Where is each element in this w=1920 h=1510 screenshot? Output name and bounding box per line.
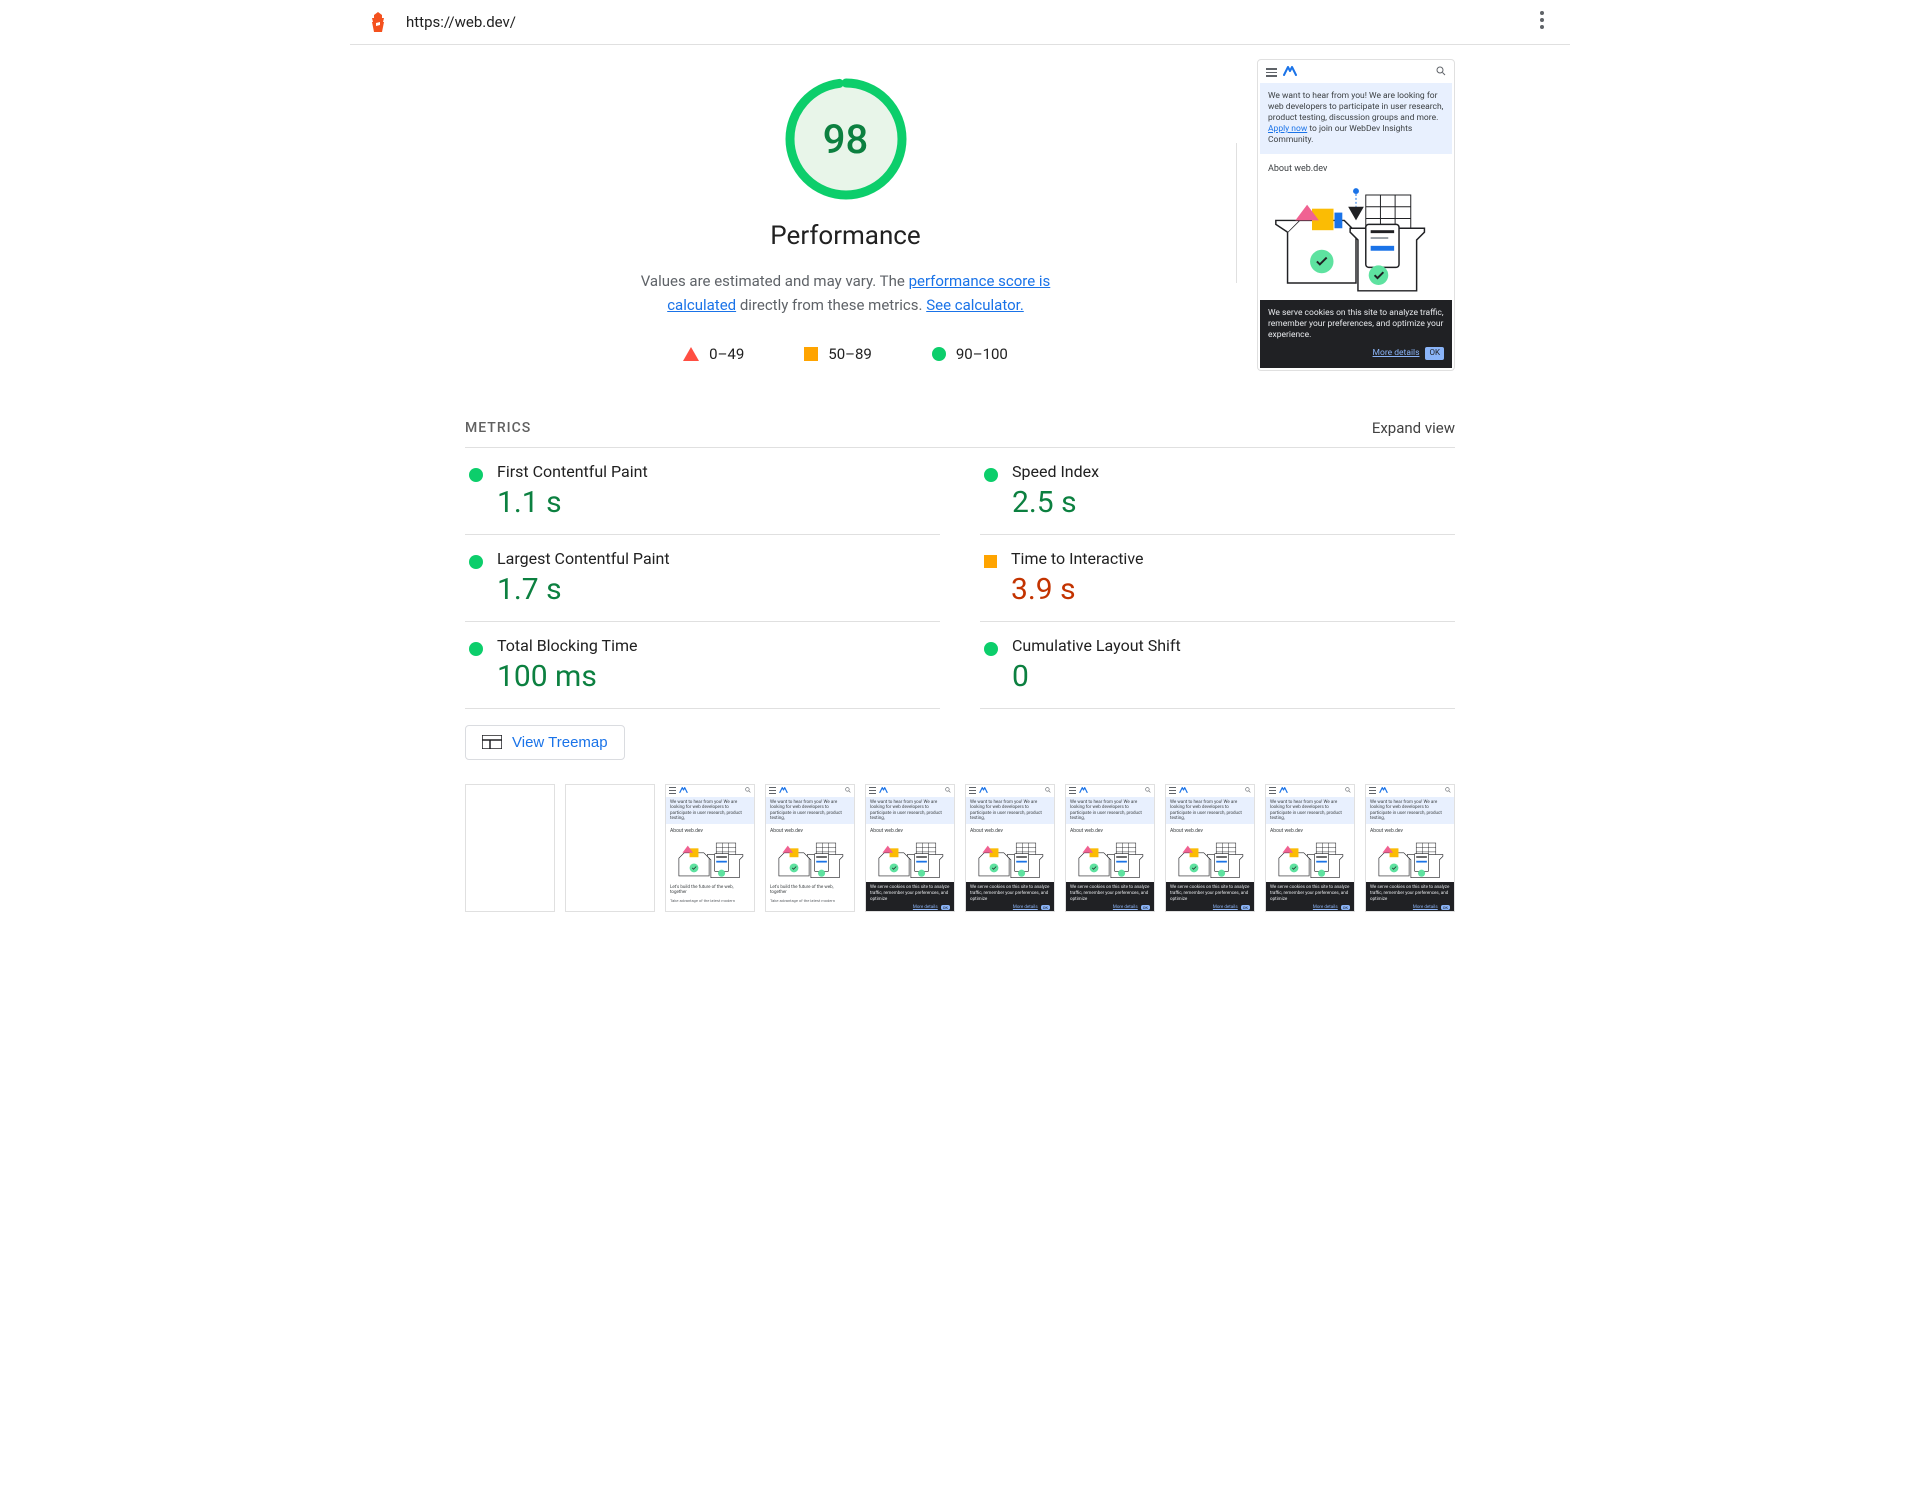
metric-row: Cumulative Layout Shift 0 [980,622,1455,709]
metric-row: First Contentful Paint 1.1 s [465,448,940,535]
score-description: Values are estimated and may vary. The p… [626,269,1066,317]
metric-value: 3.9 s [1011,572,1143,607]
metric-row: Speed Index 2.5 s [980,448,1455,535]
score-value: 98 [782,75,910,203]
metric-name: Total Blocking Time [497,636,637,655]
score-legend: 0–49 50–89 90–100 [465,345,1226,363]
treemap-icon [482,735,502,749]
filmstrip-frame[interactable]: We want to hear from you! We are looking… [1265,784,1355,912]
metric-status-icon [984,642,998,694]
metric-value: 2.5 s [1012,485,1099,520]
view-treemap-button[interactable]: View Treemap [465,725,625,760]
metric-value: 1.7 s [497,572,670,607]
preview-illustration [1268,184,1444,294]
filmstrip-frame[interactable]: We want to hear from you! We are looking… [665,784,755,912]
metric-status-icon [469,642,483,694]
preview-ok: OK [1425,347,1444,359]
metric-row: Time to Interactive 3.9 s [980,535,1455,622]
preview-banner: We want to hear from you! We are looking… [1260,83,1452,154]
filmstrip-frame[interactable]: We want to hear from you! We are looking… [965,784,1055,912]
preview-more-details: More details [1373,348,1420,359]
filmstrip: We want to hear from you! We are looking… [465,784,1455,942]
site-logo-icon [1283,66,1297,79]
metric-status-icon [984,468,998,520]
metric-row: Largest Contentful Paint 1.7 s [465,535,940,622]
metric-value: 1.1 s [497,485,648,520]
avg-icon [804,347,818,361]
menu-icon [1266,68,1277,77]
metric-status-icon [469,555,483,607]
metric-name: Cumulative Layout Shift [1012,636,1181,655]
filmstrip-frame[interactable]: We want to hear from you! We are looking… [1365,784,1455,912]
metrics-heading: METRICS [465,420,531,436]
lighthouse-icon [366,10,390,34]
vertical-divider [1236,143,1237,283]
report-url: https://web.dev/ [406,13,1530,31]
metric-name: First Contentful Paint [497,462,648,481]
metrics-grid: First Contentful Paint 1.1 s Speed Index 2.… [465,447,1455,709]
category-title: Performance [465,221,1226,251]
filmstrip-frame[interactable]: We want to hear from you! We are looking… [1065,784,1155,912]
score-gauge: 98 [782,75,910,207]
metric-name: Largest Contentful Paint [497,549,670,568]
filmstrip-frame[interactable]: We want to hear from you! We are looking… [865,784,955,912]
fail-icon [683,347,699,361]
metric-value: 100 ms [497,659,637,694]
see-calculator-link[interactable]: See calculator. [926,296,1024,314]
more-menu-button[interactable] [1530,8,1554,36]
search-icon [1436,66,1446,79]
filmstrip-frame[interactable] [565,784,655,912]
expand-view-toggle[interactable]: Expand view [1372,419,1455,437]
metric-row: Total Blocking Time 100 ms [465,622,940,709]
performance-summary: 98 Performance Values are estimated and … [465,55,1226,371]
metric-name: Time to Interactive [1011,549,1143,568]
metric-status-icon [469,468,483,520]
preview-cookie-banner: We serve cookies on this site to analyze… [1260,300,1452,368]
page-screenshot: We want to hear from you! We are looking… [1257,59,1455,371]
filmstrip-frame[interactable] [465,784,555,912]
filmstrip-frame[interactable]: We want to hear from you! We are looking… [765,784,855,912]
metric-status-icon [984,555,997,607]
header-bar: https://web.dev/ [350,0,1570,45]
preview-about: About web.dev [1268,164,1444,174]
metric-value: 0 [1012,659,1181,694]
metric-name: Speed Index [1012,462,1099,481]
filmstrip-frame[interactable]: We want to hear from you! We are looking… [1165,784,1255,912]
pass-icon [932,347,946,361]
